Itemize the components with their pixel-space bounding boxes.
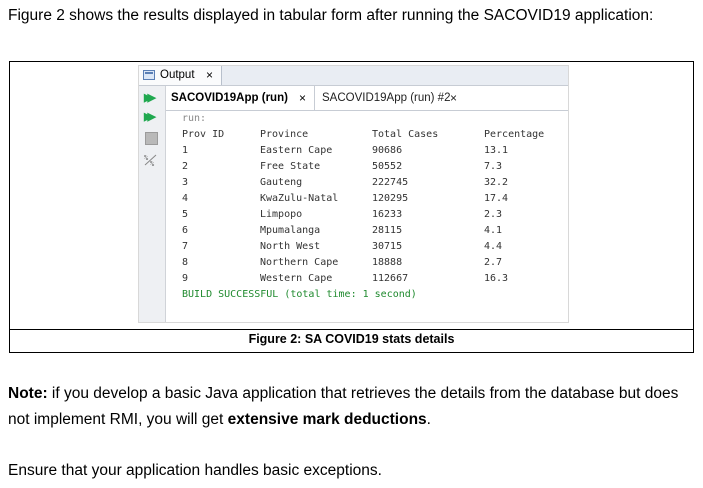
cell-province: Free State <box>260 161 321 172</box>
tab-sacovid19app-run[interactable]: SACOVID19App (run) × <box>166 86 315 110</box>
build-status: BUILD SUCCESSFUL (total time: 1 second) <box>182 289 417 300</box>
cell-percentage: 32.2 <box>484 177 509 188</box>
output-header: Output × <box>139 66 568 86</box>
cell-percentage: 4.1 <box>484 225 503 236</box>
cell-prov-id: 3 <box>182 177 189 188</box>
double-play-icon[interactable]: ▶▶ <box>144 91 160 105</box>
cell-prov-id: 1 <box>182 145 189 156</box>
intro-text: Figure 2 shows the results displayed in … <box>8 7 654 24</box>
cell-prov-id: 6 <box>182 225 189 236</box>
caption-divider <box>10 329 693 330</box>
cell-percentage: 16.3 <box>484 273 509 284</box>
cell-percentage: 2.7 <box>484 257 503 268</box>
figure-2: Output × ▶▶ ▶▶ % % SACOVID19App (run) × <box>9 61 694 353</box>
cell-province: Limpopo <box>260 209 303 220</box>
cell-province: Western Cape <box>260 273 333 284</box>
cell-total-cases: 120295 <box>372 193 409 204</box>
cell-total-cases: 222745 <box>372 177 409 188</box>
wrap-lines-icon[interactable]: % % <box>144 153 160 168</box>
cell-total-cases: 28115 <box>372 225 403 236</box>
cell-prov-id: 7 <box>182 241 189 252</box>
col-header-province: Province <box>260 129 309 140</box>
col-header-prov-id: Prov ID <box>182 129 225 140</box>
cell-percentage: 4.4 <box>484 241 503 252</box>
table-header-row: Prov ID Province Total Cases Percentage <box>182 127 544 143</box>
cell-province: Northern Cape <box>260 257 339 268</box>
cell-percentage: 17.4 <box>484 193 509 204</box>
cell-total-cases: 50552 <box>372 161 403 172</box>
note-emphasis: extensive mark deductions <box>227 411 427 428</box>
cell-total-cases: 90686 <box>372 145 403 156</box>
svg-text:%: % <box>150 160 155 167</box>
exceptions-note: Ensure that your application handles bas… <box>8 462 382 479</box>
tab-label: SACOVID19App (run) #2 <box>322 92 451 104</box>
tab-sacovid19app-run-2[interactable]: SACOVID19App (run) #2 × <box>318 86 478 110</box>
cell-prov-id: 9 <box>182 273 189 284</box>
cell-prov-id: 2 <box>182 161 189 172</box>
output-toolbar: ▶▶ ▶▶ % % <box>139 86 166 322</box>
console-output: run: Prov ID Province Total Cases Percen… <box>166 111 568 322</box>
cell-province: KwaZulu-Natal <box>260 193 339 204</box>
col-header-percentage: Percentage <box>484 129 545 140</box>
tab-close-icon[interactable]: × <box>450 86 457 110</box>
tab-close-icon[interactable]: × <box>299 86 306 110</box>
cell-total-cases: 30715 <box>372 241 403 252</box>
col-header-total-cases: Total Cases <box>372 129 439 140</box>
cell-province: North West <box>260 241 321 252</box>
run-line: run: <box>182 113 207 124</box>
output-window-icon <box>143 70 155 80</box>
double-play-icon[interactable]: ▶▶ <box>144 110 160 124</box>
output-tab-label: Output <box>160 69 195 81</box>
svg-text:%: % <box>144 154 149 162</box>
cell-total-cases: 16233 <box>372 209 403 220</box>
cell-prov-id: 4 <box>182 193 189 204</box>
note-label: Note: <box>8 385 48 402</box>
cell-total-cases: 18888 <box>372 257 403 268</box>
tab-label: SACOVID19App (run) <box>171 92 288 104</box>
cell-province: Gauteng <box>260 177 303 188</box>
output-window: Output × ▶▶ ▶▶ % % SACOVID19App (run) × <box>138 65 569 323</box>
cell-percentage: 7.3 <box>484 161 503 172</box>
cell-prov-id: 8 <box>182 257 189 268</box>
output-tab[interactable]: Output × <box>139 66 222 85</box>
cell-province: Mpumalanga <box>260 225 321 236</box>
cell-total-cases: 112667 <box>372 273 409 284</box>
output-tab-close-icon[interactable]: × <box>206 66 213 85</box>
cell-province: Eastern Cape <box>260 145 333 156</box>
stop-icon[interactable] <box>145 132 158 145</box>
cell-percentage: 13.1 <box>484 145 509 156</box>
cell-percentage: 2.3 <box>484 209 503 220</box>
cell-prov-id: 5 <box>182 209 189 220</box>
note-end: . <box>426 411 431 428</box>
figure-caption: Figure 2: SA COVID19 stats details <box>248 332 455 346</box>
note-paragraph: Note: if you develop a basic Java applic… <box>8 381 698 433</box>
run-tabs: SACOVID19App (run) × SACOVID19App (run) … <box>166 86 568 111</box>
